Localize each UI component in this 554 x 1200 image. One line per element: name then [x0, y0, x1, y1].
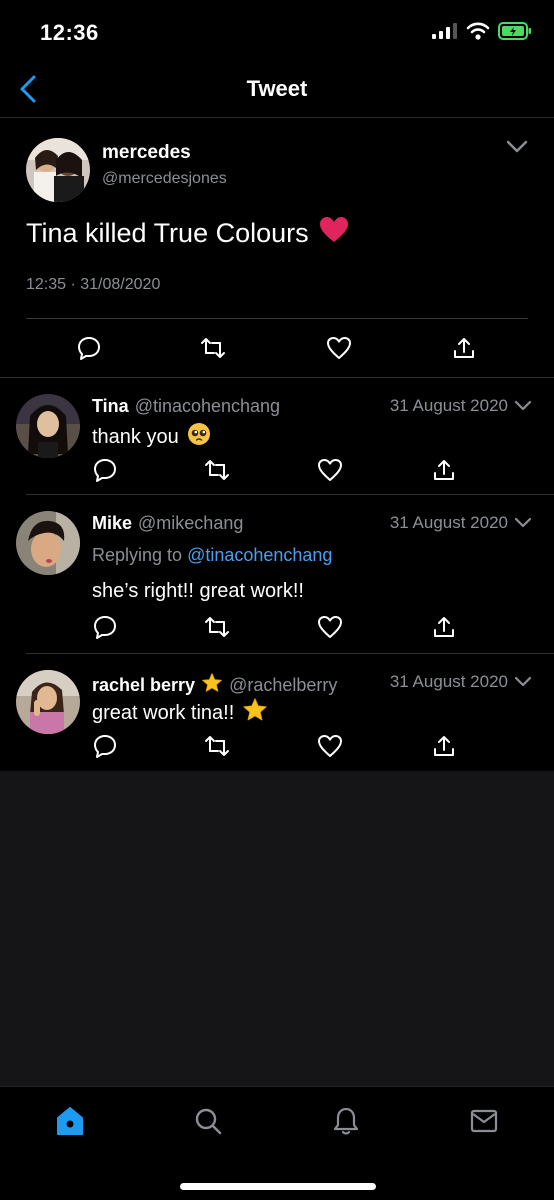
retweet-icon [201, 338, 225, 358]
reply-text: she’s right!! great work!! [92, 580, 304, 603]
tab-home[interactable] [54, 1105, 86, 1137]
reply-header: Mike @mikechang [92, 513, 243, 534]
reply-text: thank you [92, 422, 211, 452]
author-name[interactable]: Mike [92, 513, 132, 534]
tweet-actions [0, 334, 554, 364]
messages-icon [470, 1109, 498, 1133]
like-icon [318, 735, 342, 757]
share-icon [434, 736, 454, 756]
chevron-down-icon [506, 140, 528, 153]
reply-icon [78, 337, 100, 360]
author-handle[interactable]: @rachelberry [229, 675, 337, 696]
like-icon [318, 616, 342, 638]
avatar[interactable] [16, 511, 80, 575]
status-icons [432, 22, 532, 40]
reply-header: rachel berry @rachelberry [92, 672, 337, 699]
reply-text-content: she’s right!! great work!! [92, 580, 304, 602]
like-button[interactable] [316, 613, 344, 641]
retweet-button[interactable] [199, 334, 227, 362]
reply-button[interactable] [91, 456, 119, 484]
share-icon [454, 338, 474, 358]
reply-date-text: 31 August 2020 [389, 672, 508, 691]
author-name[interactable]: rachel berry [92, 675, 195, 696]
pleading-face-emoji [187, 422, 211, 452]
tweet-timestamp: 12:35 · 31/08/2020 [26, 276, 161, 293]
avatar[interactable] [16, 394, 80, 458]
reply-icon [94, 459, 116, 482]
star-emoji [201, 672, 223, 699]
retweet-icon [205, 617, 229, 637]
share-icon [434, 617, 454, 637]
search-icon [195, 1108, 222, 1135]
retweet-button[interactable] [203, 456, 231, 484]
reply-tweet[interactable]: Mike @mikechang 31 August 2020 Replying … [0, 495, 554, 654]
notifications-icon [333, 1107, 359, 1135]
heart-emoji [319, 216, 349, 251]
share-icon [434, 460, 454, 480]
replying-to-label: Replying to [92, 545, 188, 565]
page-title: Tweet [246, 76, 308, 101]
reply-date: 31 August 2020 [390, 672, 532, 692]
tweet-text-content: Tina killed True Colours [26, 218, 309, 248]
reply-tweet[interactable]: rachel berry @rachelberry 31 August 2020… [0, 654, 554, 771]
retweet-button[interactable] [203, 732, 231, 760]
reply-date: 31 August 2020 [390, 513, 532, 533]
share-button[interactable] [430, 732, 458, 760]
tweet-options-button[interactable] [506, 140, 528, 159]
avatar[interactable] [16, 670, 80, 734]
share-button[interactable] [430, 456, 458, 484]
reply-text: great work tina!! [92, 697, 268, 729]
replying-to: Replying to @tinacohenchang [92, 545, 332, 566]
reply-header: Tina @tinacohenchang [92, 396, 280, 417]
author-handle[interactable]: @tinacohenchang [135, 396, 280, 417]
nav-bar: Tweet [0, 62, 554, 118]
author-name[interactable]: mercedes [102, 142, 191, 164]
divider [26, 318, 528, 319]
reply-icon [94, 735, 116, 758]
reply-date: 31 August 2020 [390, 396, 532, 416]
retweet-icon [205, 460, 229, 480]
share-button[interactable] [430, 613, 458, 641]
signal-icon [432, 23, 457, 39]
home-indicator[interactable] [180, 1183, 376, 1190]
avatar[interactable] [26, 138, 90, 202]
chevron-down-icon[interactable] [514, 517, 532, 529]
reply-button[interactable] [91, 732, 119, 760]
main-tweet: mercedes @mercedesjones Tina killed True… [0, 118, 554, 378]
like-button[interactable] [325, 334, 353, 362]
like-button[interactable] [316, 456, 344, 484]
home-icon [57, 1107, 83, 1135]
replying-to-mention[interactable]: @tinacohenchang [187, 545, 332, 565]
battery-icon [498, 22, 532, 40]
reply-text-content: great work tina!! [92, 701, 235, 724]
chevron-down-icon[interactable] [514, 676, 532, 688]
status-bar: 12:36 [0, 0, 554, 62]
wifi-icon [466, 22, 490, 40]
retweet-icon [205, 736, 229, 756]
tab-messages[interactable] [468, 1105, 500, 1137]
tab-notifications[interactable] [330, 1105, 362, 1137]
author-name[interactable]: Tina [92, 396, 129, 417]
like-icon [318, 459, 342, 481]
star-emoji [242, 697, 268, 729]
chevron-down-icon[interactable] [514, 400, 532, 412]
reply-button[interactable] [91, 613, 119, 641]
reply-tweet[interactable]: Tina @tinacohenchang 31 August 2020 than… [0, 378, 554, 495]
tweet-text: Tina killed True Colours [26, 216, 349, 251]
reply-icon [94, 616, 116, 639]
reply-button[interactable] [75, 334, 103, 362]
retweet-button[interactable] [203, 613, 231, 641]
reply-date-text: 31 August 2020 [389, 513, 508, 532]
reply-text-content: thank you [92, 425, 179, 448]
tab-search[interactable] [192, 1105, 224, 1137]
author-handle[interactable]: @mikechang [138, 513, 243, 534]
like-button[interactable] [316, 732, 344, 760]
reply-date-text: 31 August 2020 [389, 396, 508, 415]
like-icon [327, 337, 351, 359]
share-button[interactable] [450, 334, 478, 362]
status-time: 12:36 [40, 20, 99, 45]
author-handle[interactable]: @mercedesjones [102, 170, 227, 188]
